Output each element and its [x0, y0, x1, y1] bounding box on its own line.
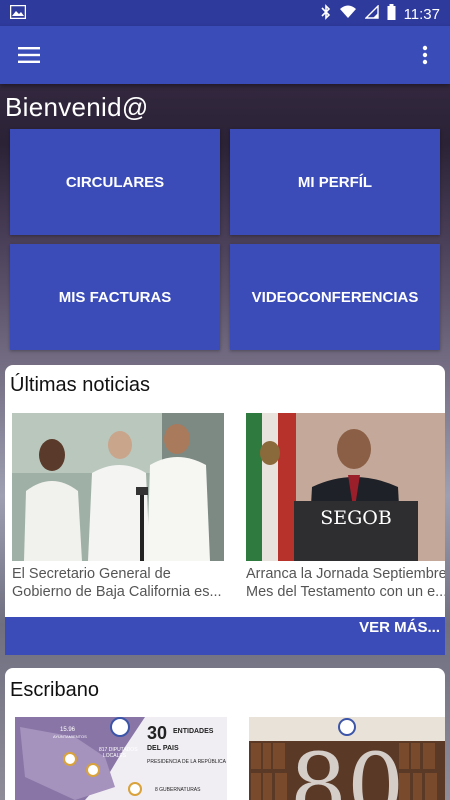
escribano-image-right[interactable]: 80 [249, 717, 445, 800]
infographic-text-1: 15.96 [60, 727, 76, 733]
infographic-big-number: 30 [147, 723, 167, 743]
wifi-icon [339, 5, 357, 23]
big-overlay-text: 80 [290, 734, 405, 800]
clock-time: 11:37 [403, 5, 440, 23]
videoconferencias-label: VIDEOCONFERENCIAS [251, 288, 419, 306]
image-icon [9, 4, 27, 20]
videoconferencias-button[interactable]: VIDEOCONFERENCIAS [230, 244, 440, 350]
bluetooth-icon [320, 4, 331, 24]
infographic-text-4: LOCALES [103, 753, 127, 759]
circulares-button[interactable]: CIRCULARES [10, 129, 220, 235]
news-headline-line1: Arranca la Jornada Septiembre [246, 566, 445, 582]
news-image: SEGOB [246, 413, 445, 561]
escribano-image-left[interactable]: 30 ENTIDADES DEL PAIS 15.96 AYUNTAMIENTO… [15, 717, 227, 800]
status-bar: 11:37 [0, 0, 450, 26]
app-bar [0, 26, 450, 84]
news-image [12, 413, 224, 561]
news-item[interactable]: SEGOB Arranca la Jornada Septiembre Mes … [246, 413, 445, 601]
news-headline-line2: Mes del Testamento con un e... [246, 584, 445, 600]
infographic-text-2: AYUNTAMIENTOS [53, 734, 87, 739]
ver-mas-label: VER MÁS... [359, 619, 440, 636]
news-headline-line1: El Secretario General de [12, 566, 171, 582]
news-item[interactable]: El Secretario General de Gobierno de Baj… [12, 413, 224, 601]
circulares-label: CIRCULARES [65, 173, 165, 191]
hamburger-menu-icon[interactable] [10, 38, 48, 72]
welcome-title: Bienvenid@ [5, 92, 149, 122]
infographic-text-6: 8 GUBERNATURAS [155, 787, 201, 793]
signal-icon [363, 4, 379, 23]
infographic-big-label2: DEL PAIS [147, 745, 179, 752]
infographic-text-5: PRESIDENCIA DE LA REPÚBLICA [147, 758, 227, 765]
news-title: Últimas noticias [10, 374, 151, 396]
news-card: Últimas noticias El Secretario General d… [5, 365, 445, 617]
podium-sign: SEGOB [320, 507, 392, 529]
mi-perfil-label: MI PERFÍL [297, 173, 373, 191]
more-vert-icon[interactable] [410, 38, 440, 72]
mis-facturas-label: MIS FACTURAS [58, 288, 172, 306]
mi-perfil-button[interactable]: MI PERFÍL [230, 129, 440, 235]
battery-icon [387, 4, 396, 24]
news-headline-line2: Gobierno de Baja California es... [12, 584, 222, 600]
escribano-card: Escribano 30 ENTIDADES DEL PAIS 15.96 AY… [5, 668, 445, 800]
ver-mas-button[interactable]: VER MÁS... [5, 617, 445, 655]
mis-facturas-button[interactable]: MIS FACTURAS [10, 244, 220, 350]
escribano-title: Escribano [10, 679, 99, 701]
infographic-big-label: ENTIDADES [173, 728, 214, 735]
